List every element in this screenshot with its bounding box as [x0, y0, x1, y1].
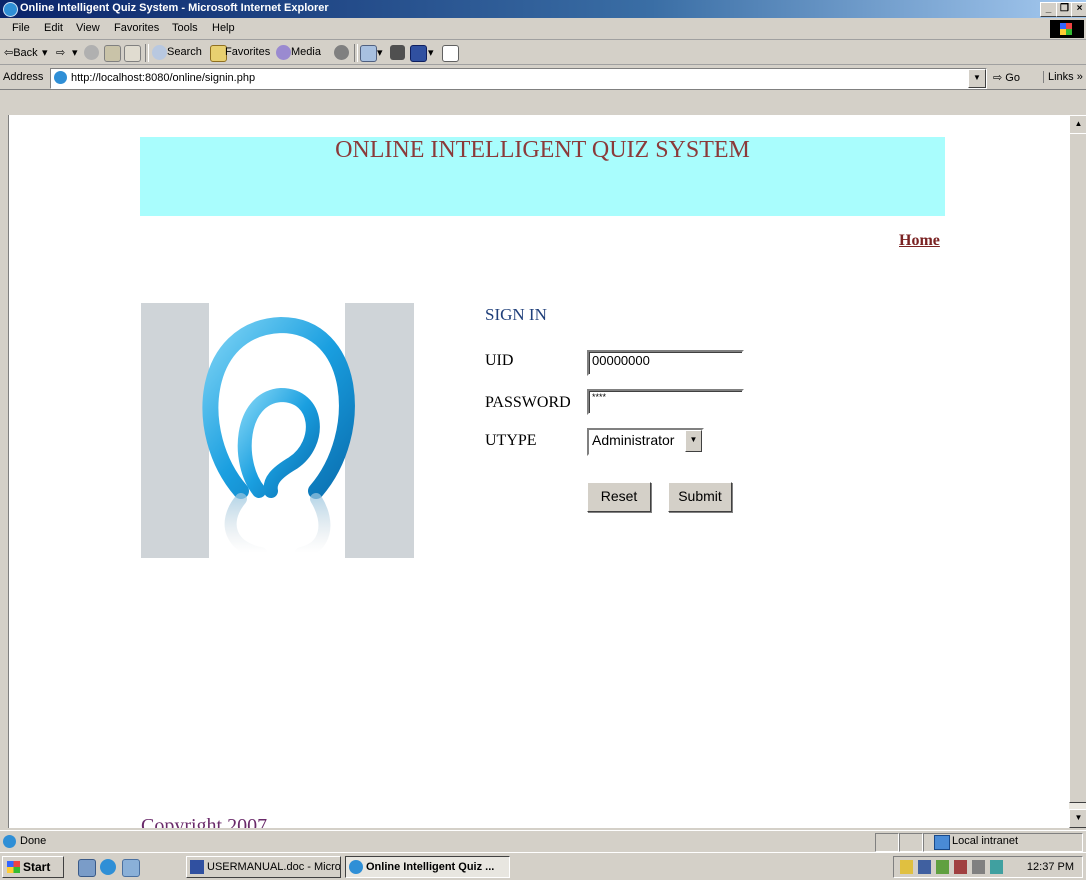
task-label: USERMANUAL.doc - Micro... [207, 861, 341, 873]
scroll-up-icon[interactable]: ▲ [1069, 115, 1086, 134]
utype-selected-value: Administrator [592, 432, 675, 448]
site-title: ONLINE INTELLIGENT QUIZ SYSTEM [335, 137, 750, 163]
status-pane [875, 833, 899, 852]
standard-toolbar: ⇦Back ▾ ⇨ ▾ Search Favorites Media ▾ ▾ [0, 41, 1086, 65]
security-zone-text: Local intranet [952, 835, 1019, 847]
stop-icon[interactable] [84, 45, 99, 60]
menu-view[interactable]: View [76, 22, 100, 34]
tray-utility-icon[interactable] [990, 860, 1003, 874]
menu-favorites[interactable]: Favorites [114, 22, 159, 34]
forward-button[interactable]: ⇨ [56, 46, 65, 59]
status-text: Done [20, 835, 47, 847]
q-logo-icon [202, 303, 355, 558]
window-title-bar: Online Intelligent Quiz System - Microso… [0, 0, 1086, 18]
submit-button[interactable]: Submit [668, 482, 732, 512]
go-arrow-icon: ⇨ [993, 72, 1003, 84]
forward-dropdown-icon[interactable]: ▾ [72, 46, 78, 59]
reset-button[interactable]: Reset [587, 482, 651, 512]
outlook-express-icon[interactable] [122, 859, 140, 877]
back-dropdown-icon[interactable]: ▾ [42, 46, 48, 59]
window-title: Online Intelligent Quiz System - Microso… [20, 2, 329, 14]
menu-tools[interactable]: Tools [172, 22, 198, 34]
page-done-icon [3, 835, 16, 848]
taskbar-item-usermanual[interactable]: USERMANUAL.doc - Micro... [186, 856, 341, 878]
internet-explorer-icon [349, 860, 363, 874]
address-dropdown-icon[interactable]: ▼ [968, 69, 986, 88]
menu-file[interactable]: File [12, 22, 30, 34]
media-button[interactable]: Media [291, 46, 321, 58]
favorites-button[interactable]: Favorites [225, 46, 270, 58]
refresh-icon[interactable] [104, 45, 121, 62]
discuss-icon[interactable] [442, 45, 459, 62]
back-button[interactable]: ⇦Back [4, 46, 38, 59]
home-link[interactable]: Home [899, 232, 940, 250]
media-icon[interactable] [276, 45, 291, 60]
volume-icon[interactable] [900, 860, 913, 874]
menu-bar: File Edit View Favorites Tools Help [0, 18, 1086, 40]
password-input[interactable]: **** [587, 389, 744, 415]
taskbar: Start USERMANUAL.doc - Micro... Online I… [0, 852, 1086, 880]
logo-image [141, 303, 414, 558]
task-label: Online Intelligent Quiz ... [366, 861, 495, 873]
intranet-zone-icon [934, 835, 950, 850]
speaker-icon[interactable] [972, 860, 985, 874]
windows-flag-icon [7, 861, 20, 873]
copyright-text: Copyright 2007 [141, 815, 268, 828]
uid-label: UID [485, 352, 514, 369]
edit-dropdown-icon[interactable]: ▾ [428, 46, 434, 59]
close-button[interactable]: × [1071, 2, 1086, 17]
vertical-scrollbar[interactable]: ▲ ▼ [1069, 115, 1086, 828]
links-button[interactable]: Links » [1043, 71, 1083, 83]
edit-word-icon[interactable] [410, 45, 427, 62]
status-pane [899, 833, 923, 852]
toolbar-separator [145, 44, 149, 62]
home-icon[interactable] [124, 45, 141, 62]
minimize-button[interactable]: _ [1040, 2, 1057, 17]
show-desktop-icon[interactable] [78, 859, 96, 877]
uid-input[interactable]: 00000000 [587, 350, 744, 376]
address-url[interactable]: http://localhost:8080/online/signin.php [71, 72, 255, 84]
network-icon[interactable] [918, 860, 931, 874]
antivirus-icon[interactable] [954, 860, 967, 874]
password-label: PASSWORD [485, 394, 571, 411]
scroll-down-icon[interactable]: ▼ [1069, 809, 1086, 828]
search-icon[interactable] [152, 45, 167, 60]
start-label: Start [23, 860, 51, 874]
page-viewport: ONLINE INTELLIGENT QUIZ SYSTEM Home SIGN… [8, 115, 1069, 828]
utype-select[interactable]: Administrator ▼ [587, 428, 704, 456]
signin-heading: SIGN IN [485, 305, 547, 324]
print-icon[interactable] [390, 45, 405, 60]
toolbar-separator [354, 44, 358, 62]
page-icon [54, 71, 67, 84]
status-bar: Done Local intranet [0, 830, 1086, 852]
internet-explorer-icon [3, 2, 18, 17]
address-bar: Address http://localhost:8080/online/sig… [0, 66, 1086, 90]
history-icon[interactable] [334, 45, 349, 60]
windows-logo-throbber [1050, 20, 1084, 38]
chevron-down-icon[interactable]: ▼ [685, 430, 702, 452]
taskbar-item-quiz-system[interactable]: Online Intelligent Quiz ... [345, 856, 510, 878]
menu-help[interactable]: Help [212, 22, 235, 34]
scroll-thumb[interactable] [1069, 133, 1086, 803]
address-label: Address [3, 71, 44, 83]
utype-label: UTYPE [485, 432, 537, 449]
go-button[interactable]: ⇨ Go [993, 71, 1020, 84]
word-document-icon [190, 860, 204, 874]
tray-app-icon[interactable] [936, 860, 949, 874]
menu-edit[interactable]: Edit [44, 22, 63, 34]
go-label: Go [1005, 72, 1020, 84]
header-banner: ONLINE INTELLIGENT QUIZ SYSTEM [140, 137, 945, 216]
system-tray: 12:37 PM [893, 856, 1083, 878]
taskbar-clock[interactable]: 12:37 PM [1027, 861, 1074, 873]
mail-dropdown-icon[interactable]: ▾ [377, 46, 383, 59]
start-button[interactable]: Start [2, 856, 64, 878]
internet-explorer-icon[interactable] [100, 859, 116, 875]
search-button[interactable]: Search [167, 46, 202, 58]
mail-icon[interactable] [360, 45, 377, 62]
address-input[interactable]: http://localhost:8080/online/signin.php … [50, 68, 987, 89]
windows-flag-icon [1060, 23, 1072, 35]
